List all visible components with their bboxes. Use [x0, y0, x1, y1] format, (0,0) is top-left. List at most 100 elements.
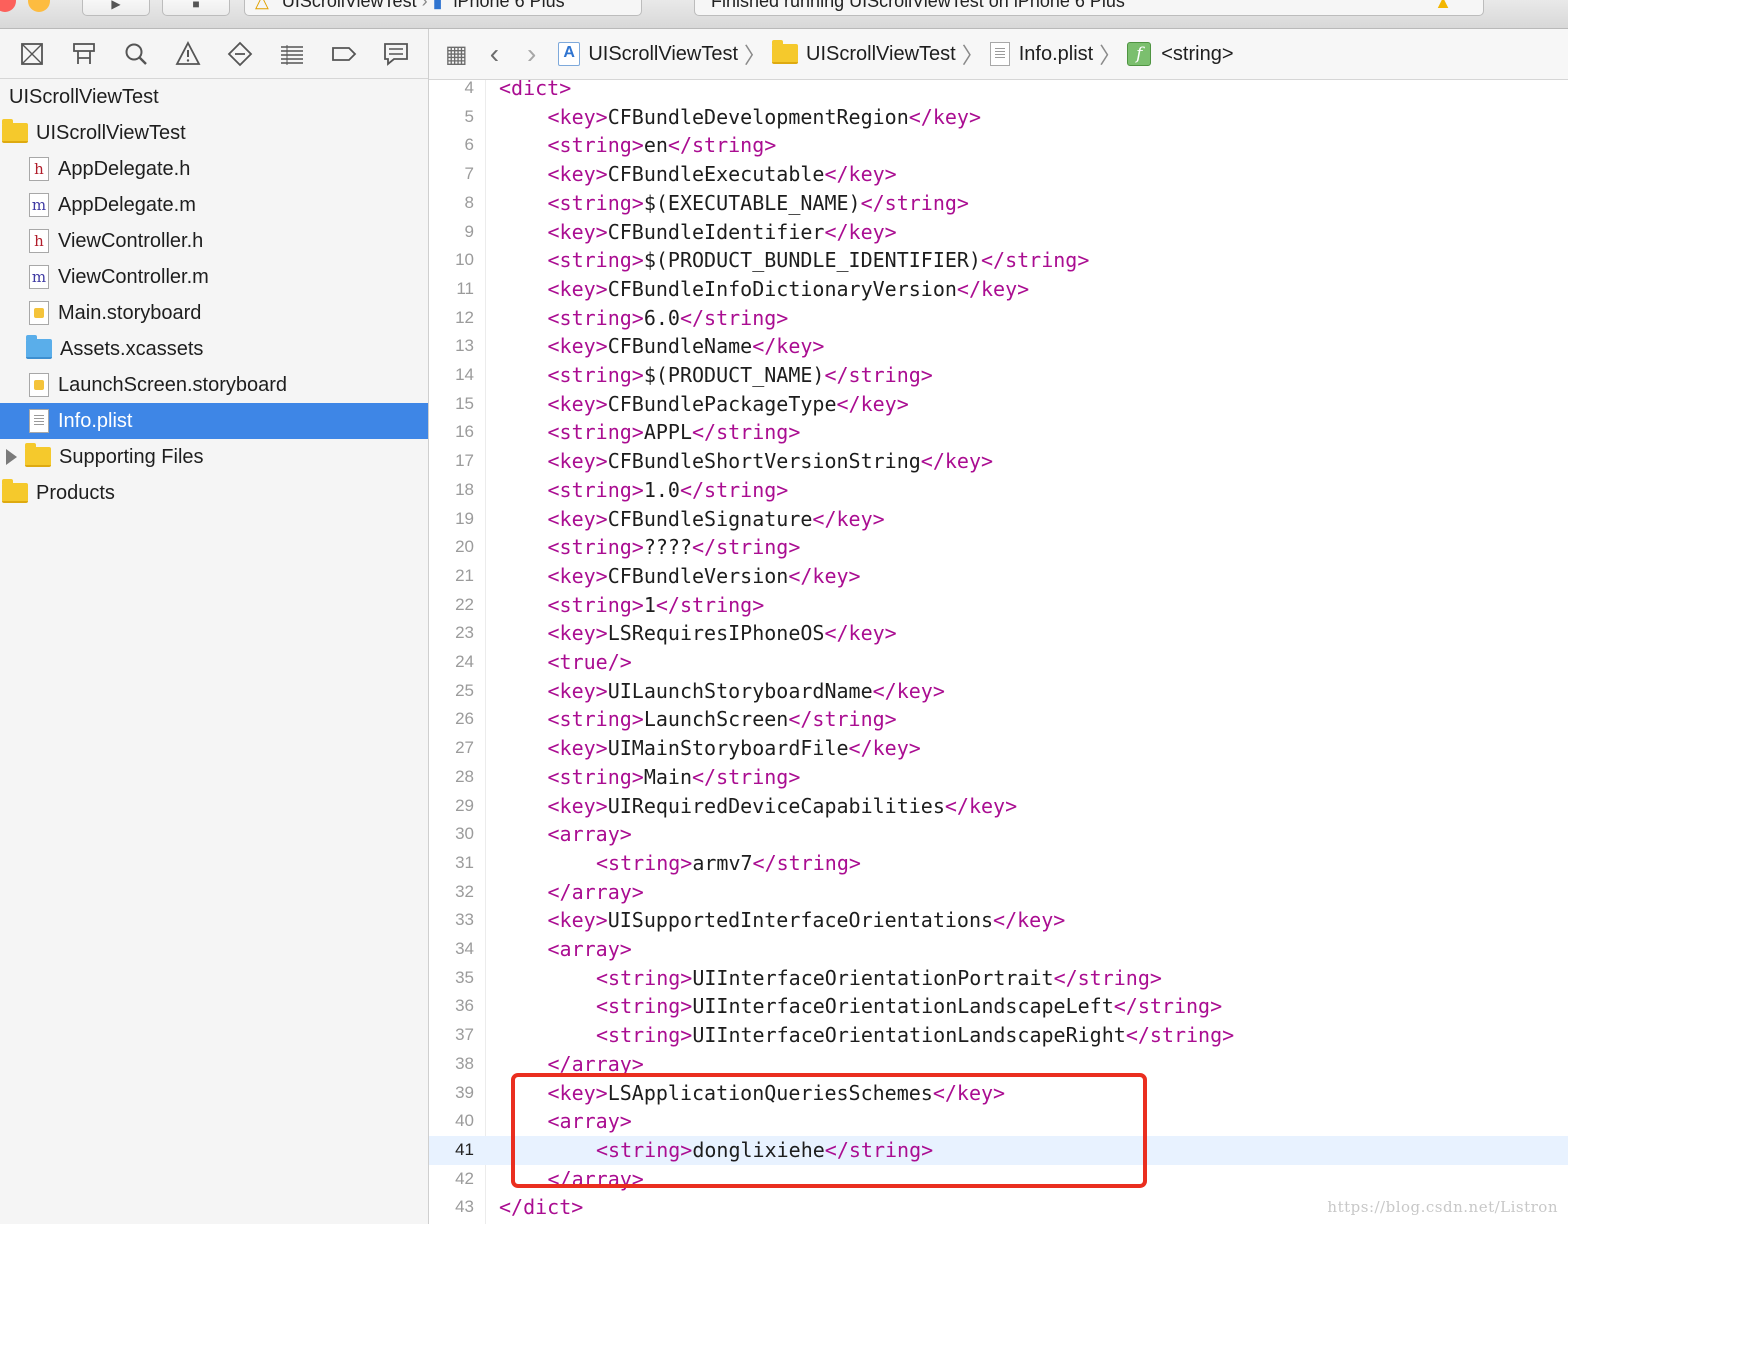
- disclosure-triangle-icon[interactable]: [6, 449, 17, 465]
- code-line[interactable]: 35 <string>UIInterfaceOrientationPortrait…: [429, 964, 1568, 993]
- navigator-item-label: Products: [36, 481, 115, 504]
- code-line[interactable]: 15 <key>CFBundlePackageType</key>: [429, 390, 1568, 419]
- test-navigator-icon: [227, 41, 253, 66]
- run-button[interactable]: ▶: [82, 0, 150, 16]
- navigator-item-main-storyboard[interactable]: Main.storyboard: [0, 295, 428, 331]
- xml-tag: <key>: [547, 736, 608, 761]
- tab-debug-navigator[interactable]: [275, 37, 309, 71]
- tab-issue-navigator[interactable]: [171, 37, 205, 71]
- code-line[interactable]: 20 <string>????</string>: [429, 533, 1568, 562]
- breadcrumb-element[interactable]: f <string>: [1127, 42, 1234, 66]
- storyboard-file-icon: [29, 301, 49, 325]
- code-line[interactable]: 12 <string>6.0</string>: [429, 304, 1568, 333]
- code-line[interactable]: 37 <string>UIInterfaceOrientationLandscap…: [429, 1021, 1568, 1050]
- xml-tag: </key>: [752, 334, 825, 359]
- breadcrumb-file[interactable]: Info.plist: [989, 42, 1094, 66]
- code-line[interactable]: 32 </array>: [429, 878, 1568, 907]
- xml-tag: <string>: [547, 248, 644, 273]
- code-line[interactable]: 17 <key>CFBundleShortVersionString</key>: [429, 447, 1568, 476]
- navigator-item-viewcontroller-m[interactable]: m ViewController.m: [0, 259, 428, 295]
- line-number: 13: [455, 336, 474, 356]
- xml-tag: </key>: [824, 219, 897, 244]
- code-line[interactable]: 33 <key>UISupportedInterfaceOrientations<…: [429, 906, 1568, 935]
- xml-tag: <true/>: [547, 650, 632, 674]
- tab-find-navigator[interactable]: [119, 37, 153, 71]
- code-line[interactable]: 42 </array>: [429, 1165, 1568, 1194]
- navigator-item-assets[interactable]: Assets.xcassets: [0, 331, 428, 367]
- code-line[interactable]: 14 <string>$(PRODUCT_NAME)</string>: [429, 361, 1568, 390]
- code-line[interactable]: 28 <string>Main</string>: [429, 763, 1568, 792]
- code-line[interactable]: 31 <string>armv7</string>: [429, 849, 1568, 878]
- code-line[interactable]: 25 <key>UILaunchStoryboardName</key>: [429, 677, 1568, 706]
- code-line[interactable]: 26 <string>LaunchScreen</string>: [429, 705, 1568, 734]
- xml-text: CFBundleInfoDictionaryVersion: [607, 276, 957, 301]
- code-line[interactable]: 22 <string>1</string>: [429, 591, 1568, 620]
- navigator-item-supporting-files[interactable]: Supporting Files: [0, 439, 428, 475]
- code-line[interactable]: 13 <key>CFBundleName</key>: [429, 332, 1568, 361]
- tab-report-navigator[interactable]: [379, 37, 413, 71]
- code-line[interactable]: 40 <array>: [429, 1107, 1568, 1136]
- code-line[interactable]: 18 <string>1.0</string>: [429, 476, 1568, 505]
- forward-arrow-icon[interactable]: ›: [527, 40, 536, 68]
- navigator-item-project[interactable]: UIScrollViewTest: [0, 79, 428, 115]
- warning-icon[interactable]: ▲: [1434, 0, 1452, 13]
- code-text: <dict>: [499, 80, 571, 103]
- code-line[interactable]: 16 <string>APPL</string>: [429, 418, 1568, 447]
- related-items-icon[interactable]: ▦: [445, 40, 468, 69]
- code-line[interactable]: 38 </array>: [429, 1050, 1568, 1079]
- navigator-item-launchscreen-storyboard[interactable]: LaunchScreen.storyboard: [0, 367, 428, 403]
- code-line[interactable]: 23 <key>LSRequiresIPhoneOS</key>: [429, 619, 1568, 648]
- navigator-item-products[interactable]: Products: [0, 475, 428, 511]
- plist-file-icon: [989, 42, 1010, 66]
- code-text: <key>UILaunchStoryboardName</key>: [548, 677, 945, 706]
- source-editor[interactable]: 4 <dict> 5 <key>CFBundleDevelopmentRegion</…: [429, 80, 1568, 1224]
- navigator-item-label: LaunchScreen.storyboard: [58, 373, 288, 396]
- code-line[interactable]: 11 <key>CFBundleInfoDictionaryVersion</ke…: [429, 275, 1568, 304]
- code-line[interactable]: 5 <key>CFBundleDevelopmentRegion</key>: [429, 103, 1568, 132]
- scheme-selector[interactable]: △ UIScrollViewTest › ▮ iPhone 6 Plus: [244, 0, 642, 16]
- navigator-item-info-plist[interactable]: Info.plist: [0, 403, 428, 439]
- code-line[interactable]: 27 <key>UIMainStoryboardFile</key>: [429, 734, 1568, 763]
- code-line[interactable]: 6 <string>en</string>: [429, 131, 1568, 160]
- code-text: <key>CFBundleShortVersionString</key>: [548, 447, 994, 476]
- code-line[interactable]: 7 <key>CFBundleExecutable</key>: [429, 160, 1568, 189]
- code-line[interactable]: 39 <key>LSApplicationQueriesSchemes</key>: [429, 1079, 1568, 1108]
- breadcrumb-label: Info.plist: [1018, 42, 1094, 65]
- code-line[interactable]: 36 <string>UIInterfaceOrientationLandscap…: [429, 992, 1568, 1021]
- code-text: <array>: [548, 820, 632, 849]
- xml-tag: <key>: [547, 678, 608, 703]
- line-number: 14: [455, 365, 474, 384]
- breadcrumb-group[interactable]: UIScrollViewTest: [772, 40, 956, 66]
- minimize-window-button[interactable]: [28, 0, 50, 12]
- code-line[interactable]: 10 <string>$(PRODUCT_BUNDLE_IDENTIFIER)</…: [429, 246, 1568, 275]
- code-line[interactable]: 41 <string>donglixiehe</string>: [429, 1135, 1568, 1165]
- tab-breakpoint-navigator[interactable]: [327, 37, 361, 71]
- tab-project-navigator[interactable]: [15, 37, 49, 71]
- code-line[interactable]: 34 <array>: [429, 935, 1568, 964]
- back-arrow-icon[interactable]: ‹: [490, 40, 499, 68]
- navigator-item-group-uiscrollviewtest[interactable]: UIScrollViewTest: [0, 115, 428, 151]
- code-text: <string>Main</string>: [548, 763, 801, 792]
- code-text: <array>: [548, 935, 632, 964]
- code-line[interactable]: 29 <key>UIRequiredDeviceCapabilities</key…: [429, 792, 1568, 821]
- line-number: 27: [455, 738, 474, 758]
- code-line[interactable]: 21 <key>CFBundleVersion</key>: [429, 562, 1568, 591]
- code-line[interactable]: 4 <dict>: [429, 80, 1568, 103]
- tab-symbol-navigator[interactable]: [67, 37, 101, 71]
- code-line[interactable]: 30 <array>: [429, 820, 1568, 849]
- navigator-item-viewcontroller-h[interactable]: h ViewController.h: [0, 223, 428, 259]
- code-line[interactable]: 19 <key>CFBundleSignature</key>: [429, 505, 1568, 534]
- close-window-button[interactable]: [0, 0, 16, 12]
- code-text: <string>en</string>: [548, 131, 777, 160]
- code-line[interactable]: 8 <string>$(EXECUTABLE_NAME)</string>: [429, 189, 1568, 218]
- project-file-icon: [558, 42, 581, 66]
- breadcrumb-separator: 〉: [1099, 43, 1122, 68]
- breadcrumb-project[interactable]: UIScrollViewTest: [558, 42, 738, 66]
- stop-button[interactable]: ■: [162, 0, 230, 16]
- code-line[interactable]: 24 <true/>: [429, 648, 1568, 677]
- code-line[interactable]: 9 <key>CFBundleIdentifier</key>: [429, 218, 1568, 247]
- code-text: <key>CFBundleSignature</key>: [548, 505, 885, 534]
- navigator-item-appdelegate-m[interactable]: m AppDelegate.m: [0, 187, 428, 223]
- tab-test-navigator[interactable]: [223, 37, 257, 71]
- navigator-item-appdelegate-h[interactable]: h AppDelegate.h: [0, 151, 428, 187]
